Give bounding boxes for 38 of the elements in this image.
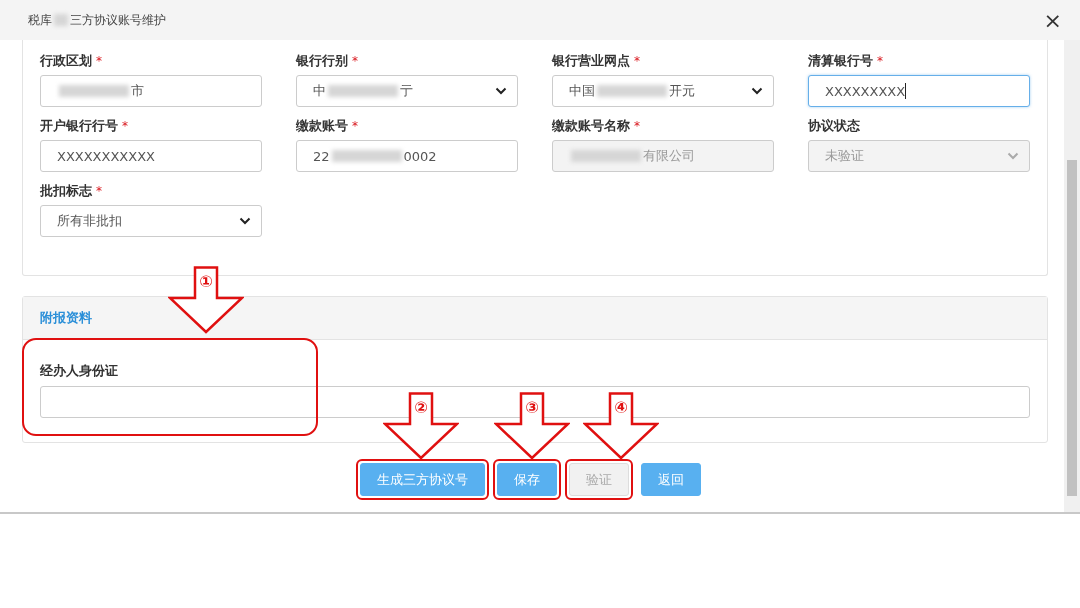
window-title: 税库 三方协议账号维护 bbox=[28, 11, 166, 29]
required-mark: * bbox=[352, 54, 358, 68]
field-label: 经办人身份证 bbox=[40, 362, 119, 380]
step-number: ③ bbox=[524, 398, 540, 417]
select-field[interactable]: 中 亍 bbox=[296, 75, 518, 107]
required-mark: * bbox=[352, 119, 358, 133]
field-label: 开户银行行号 bbox=[40, 117, 118, 135]
input-field[interactable]: XXXXXXXXXXX bbox=[40, 140, 262, 172]
chevron-icon bbox=[751, 87, 763, 95]
field-label: 银行行别 bbox=[296, 52, 348, 70]
select-field[interactable]: 中国 开元 bbox=[552, 75, 774, 107]
field-label: 缴款账号名称 bbox=[552, 117, 630, 135]
field-label: 行政区划 bbox=[40, 52, 92, 70]
field-label: 银行营业网点 bbox=[552, 52, 630, 70]
chevron-icon bbox=[495, 87, 507, 95]
input-field[interactable]: 市 bbox=[40, 75, 262, 107]
required-mark: * bbox=[634, 119, 640, 133]
required-mark: * bbox=[877, 54, 883, 68]
required-mark: * bbox=[122, 119, 128, 133]
required-mark: * bbox=[96, 184, 102, 198]
chevron-icon bbox=[239, 217, 251, 225]
field-label: 批扣标志 bbox=[40, 182, 92, 200]
required-mark: * bbox=[96, 54, 102, 68]
input-field[interactable]: 22 0002 bbox=[296, 140, 518, 172]
close-button[interactable]: × bbox=[1039, 7, 1066, 33]
field-label: 协议状态 bbox=[808, 117, 860, 135]
step-number: ④ bbox=[613, 398, 629, 417]
input-field[interactable]: XXXXXXXXX bbox=[808, 75, 1030, 107]
chevron-icon bbox=[1007, 152, 1019, 160]
input-field[interactable] bbox=[40, 386, 1030, 418]
scrollbar[interactable] bbox=[1064, 40, 1080, 512]
select-field[interactable]: 所有非批扣 bbox=[40, 205, 262, 237]
required-mark: * bbox=[634, 54, 640, 68]
section-title: 附报资料 bbox=[40, 309, 92, 327]
field-label: 缴款账号 bbox=[296, 117, 348, 135]
step-number: ① bbox=[198, 272, 214, 291]
step-number: ② bbox=[413, 398, 429, 417]
field-label: 清算银行号 bbox=[808, 52, 873, 70]
